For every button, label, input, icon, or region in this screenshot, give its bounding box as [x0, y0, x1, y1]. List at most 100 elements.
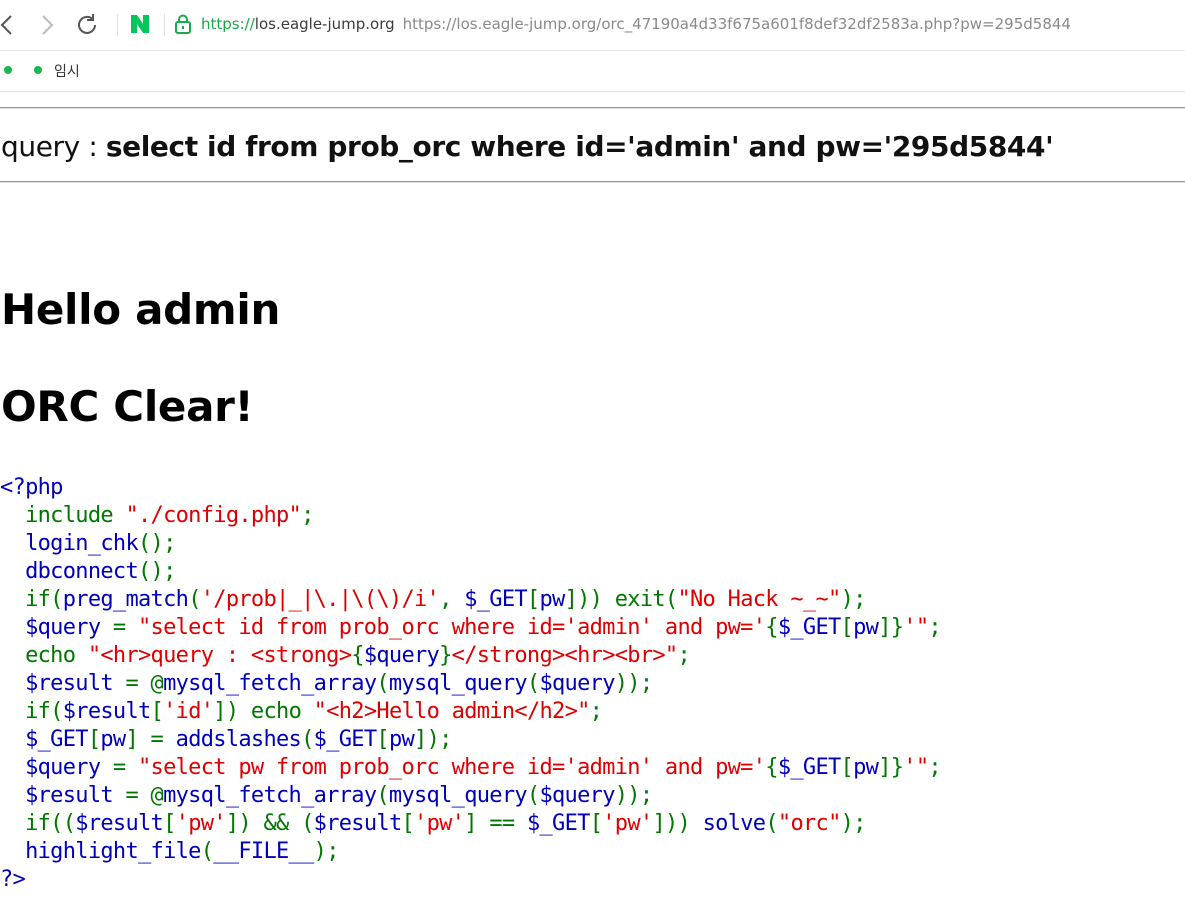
- code-token: if(: [0, 699, 63, 724]
- code-token: ;: [589, 699, 603, 724]
- code-token: ));: [614, 783, 653, 808]
- code-token: [: [401, 811, 415, 836]
- clear-heading: ORC Clear!: [1, 382, 254, 431]
- code-token: $query: [0, 755, 113, 780]
- code-token: {: [765, 615, 778, 640]
- code-token: [: [840, 615, 854, 640]
- code-token: '": [903, 755, 929, 780]
- code-token: preg_match: [62, 587, 189, 612]
- query-line: query : select id from prob_orc where id…: [1, 130, 1054, 163]
- code-token: "select id from prob_orc where id='admin…: [138, 615, 766, 640]
- code-token: 'pw': [414, 811, 465, 836]
- code-token: $_GET: [777, 615, 841, 640]
- code-token: $_GET: [777, 755, 841, 780]
- code-token: $_GET: [313, 727, 377, 752]
- code-token: echo: [0, 643, 88, 668]
- bookmark-dot-icon[interactable]: [4, 66, 12, 74]
- query-prefix: query :: [1, 130, 106, 163]
- code-token: pw: [853, 755, 879, 780]
- code-token: </strong><hr><br>": [451, 643, 679, 668]
- code-token: "orc": [777, 811, 841, 836]
- code-line: ?>: [0, 867, 26, 892]
- code-token: ] =: [125, 727, 176, 752]
- code-token: =: [112, 615, 138, 640]
- code-token: solve: [702, 811, 766, 836]
- code-line: if(preg_match('/prob|_|\.|\(\)/i', $_GET…: [0, 587, 866, 612]
- code-token: [: [840, 755, 854, 780]
- code-line: $query = "select pw from prob_orc where …: [0, 755, 942, 780]
- code-token: if((: [0, 811, 76, 836]
- code-token: <?php: [0, 475, 63, 500]
- code-token: $result: [0, 671, 126, 696]
- code-token: '/prob|_|\.|\(\)/i': [200, 587, 440, 612]
- code-token: (: [526, 671, 540, 696]
- code-token: 'pw': [602, 811, 653, 836]
- code-token: ;: [928, 615, 941, 640]
- code-token: ]}: [878, 615, 904, 640]
- code-token: ] ==: [464, 811, 527, 836]
- code-token: "./config.php": [125, 503, 302, 528]
- horizontal-rule: [0, 181, 1185, 183]
- bookmarks-bar: 임시: [0, 51, 1185, 92]
- code-token: "select pw from prob_orc where id='admin…: [138, 755, 766, 780]
- code-token: login_chk: [0, 531, 139, 556]
- code-token: (: [301, 727, 314, 752]
- code-token: [: [163, 811, 176, 836]
- code-token: );: [313, 839, 340, 864]
- code-token: ?>: [0, 867, 26, 892]
- code-token: }: [439, 643, 452, 668]
- address-bar[interactable]: https://los.eagle-jump.org https://los.ea…: [201, 15, 1071, 33]
- code-token: include: [0, 503, 126, 528]
- forward-arrow-icon[interactable]: [33, 11, 61, 39]
- code-token: ])): [652, 811, 703, 836]
- code-line: if(($result['pw']) && ($result['pw'] == …: [0, 811, 866, 836]
- naver-logo-icon[interactable]: [128, 12, 152, 36]
- code-token: "<hr>query : <strong>: [87, 643, 352, 668]
- reload-icon[interactable]: [73, 11, 101, 39]
- code-line: $_GET[pw] = addslashes($_GET[pw]);: [0, 727, 452, 752]
- code-token: ();: [138, 531, 176, 556]
- code-token: mysql_fetch_array: [163, 783, 377, 808]
- code-line: $result = @mysql_fetch_array(mysql_query…: [0, 671, 653, 696]
- code-token: $result: [313, 811, 403, 836]
- code-line: echo "<hr>query : <strong>{$query}</stro…: [0, 643, 691, 668]
- code-token: "No Hack ~_~": [677, 587, 841, 612]
- url-host: los.eagle-jump.org: [254, 15, 395, 33]
- code-token: (: [200, 839, 214, 864]
- code-token: mysql_query: [388, 671, 528, 696]
- code-token: highlight_file: [0, 839, 201, 864]
- code-token: $result: [62, 699, 152, 724]
- bookmark-folder-label[interactable]: 임시: [54, 61, 80, 81]
- url-scheme: https://: [201, 15, 255, 33]
- code-token: {: [765, 755, 778, 780]
- code-line: <?php: [0, 475, 63, 500]
- secure-lock-icon[interactable]: [174, 14, 192, 34]
- code-token: $query: [539, 783, 615, 808]
- code-token: "<h2>Hello admin</h2>": [313, 699, 591, 724]
- code-token: if(: [0, 587, 63, 612]
- code-line: include "./config.php";: [0, 503, 314, 528]
- code-token: $result: [75, 811, 164, 836]
- code-token: ;: [301, 503, 314, 528]
- code-token: (: [765, 811, 778, 836]
- code-token: ])) exit(: [564, 587, 679, 612]
- code-token: dbconnect: [0, 559, 139, 584]
- code-line: $result = @mysql_fetch_array(mysql_query…: [0, 783, 653, 808]
- code-line: login_chk();: [0, 531, 176, 556]
- code-token: ;: [677, 643, 691, 668]
- code-token: 'id': [163, 699, 214, 724]
- code-token: mysql_query: [388, 783, 528, 808]
- code-token: = @: [125, 783, 164, 808]
- back-arrow-icon[interactable]: [0, 11, 22, 39]
- code-token: pw: [539, 587, 565, 612]
- url-full: https://los.eagle-jump.org/orc_47190a4d3…: [402, 15, 1071, 33]
- bookmark-dot-icon[interactable]: [34, 66, 42, 74]
- code-token: ();: [138, 559, 176, 584]
- browser-toolbar: https://los.eagle-jump.org https://los.ea…: [0, 0, 1185, 51]
- code-line: if($result['id']) echo "<h2>Hello admin<…: [0, 699, 603, 724]
- php-source-code: <?php include "./config.php"; login_chk(…: [0, 474, 942, 894]
- toolbar-divider: [164, 14, 165, 36]
- code-token: [: [526, 587, 540, 612]
- code-token: pw: [388, 727, 415, 752]
- code-token: [: [150, 699, 164, 724]
